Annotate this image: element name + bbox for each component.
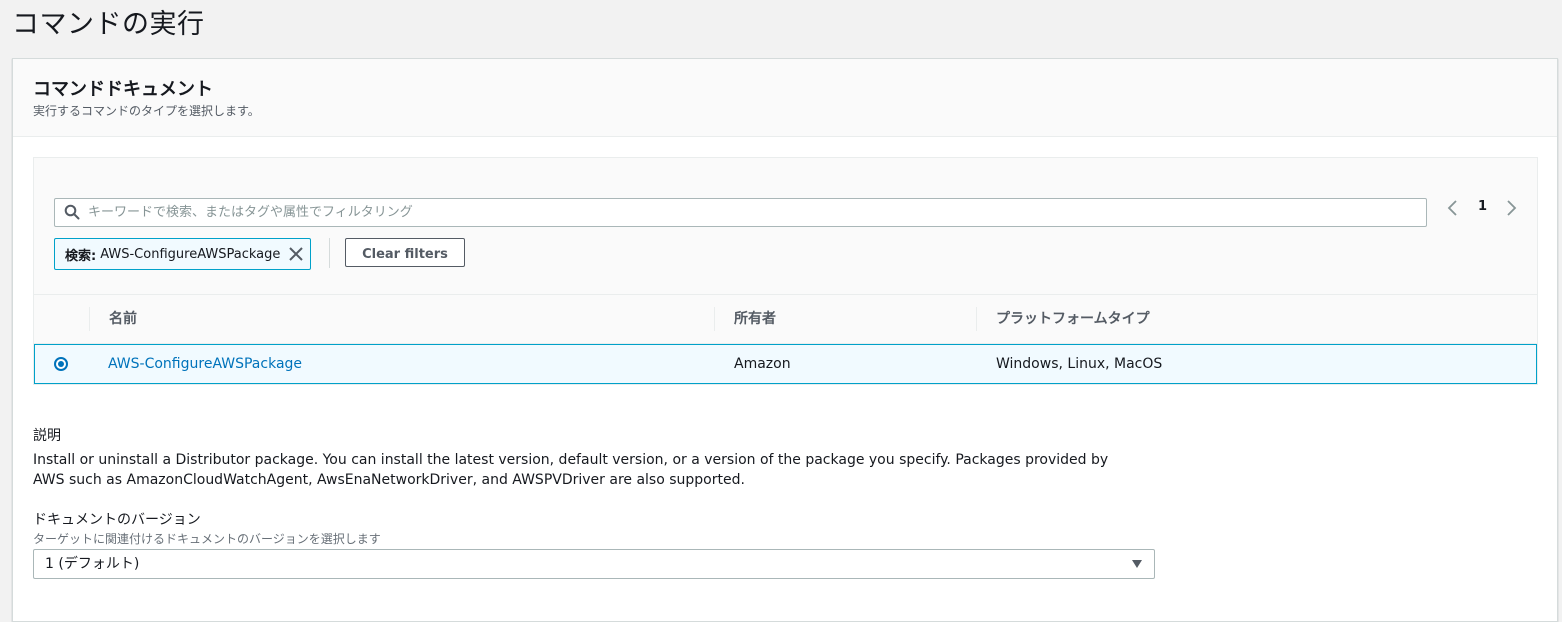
- document-version-label: ドキュメントのバージョン: [33, 512, 201, 528]
- column-separator: [976, 307, 977, 331]
- document-platform: Windows, Linux, MacOS: [996, 356, 1163, 372]
- panel-header: コマンドドキュメント 実行するコマンドのタイプを選択します。: [13, 59, 1557, 137]
- table-row[interactable]: AWS-ConfigureAWSPackage Amazon Windows, …: [34, 344, 1537, 384]
- page-number[interactable]: 1: [1478, 199, 1487, 214]
- page-title: コマンドの実行: [12, 9, 205, 40]
- column-header-owner[interactable]: 所有者: [734, 295, 776, 343]
- column-separator: [89, 307, 90, 331]
- document-name-link[interactable]: AWS-ConfigureAWSPackage: [108, 345, 302, 383]
- column-header-name[interactable]: 名前: [109, 295, 137, 343]
- filter-token-key: 検索:: [65, 248, 97, 264]
- pagination: 1: [1442, 198, 1522, 218]
- table-tools: 1 検索: AWS-ConfigureAWSPackage Clear filt…: [34, 158, 1537, 295]
- document-version-select[interactable]: 1 (デフォルト): [33, 549, 1155, 579]
- search-box[interactable]: [54, 198, 1427, 227]
- chevron-left-icon[interactable]: [1444, 198, 1462, 218]
- documents-table: 1 検索: AWS-ConfigureAWSPackage Clear filt…: [33, 157, 1538, 385]
- token-divider: [329, 238, 330, 268]
- table-header: 名前 所有者 プラットフォームタイプ: [34, 295, 1537, 344]
- filter-token-value: AWS-ConfigureAWSPackage: [100, 246, 281, 262]
- filter-token: 検索: AWS-ConfigureAWSPackage: [54, 238, 312, 270]
- column-separator: [714, 307, 715, 331]
- radio-selected-icon[interactable]: [54, 357, 68, 371]
- command-document-panel: コマンドドキュメント 実行するコマンドのタイプを選択します。 1: [12, 58, 1558, 622]
- description-text: Install or uninstall a Distributor packa…: [33, 452, 1109, 488]
- close-icon[interactable]: [288, 246, 304, 262]
- caret-down-icon: [1132, 560, 1142, 568]
- panel-subtitle: 実行するコマンドのタイプを選択します。: [33, 104, 260, 118]
- clear-filters-button[interactable]: Clear filters: [345, 238, 465, 267]
- column-header-platform[interactable]: プラットフォームタイプ: [996, 295, 1150, 343]
- description-label: 説明: [33, 428, 61, 444]
- panel-title: コマンドドキュメント: [33, 79, 213, 100]
- document-owner: Amazon: [734, 356, 791, 372]
- search-input[interactable]: [88, 199, 1408, 226]
- chevron-right-icon[interactable]: [1502, 198, 1520, 218]
- search-icon: [64, 204, 80, 220]
- document-version-hint: ターゲットに関連付けるドキュメントのバージョンを選択します: [33, 532, 381, 546]
- document-version-value: 1 (デフォルト): [45, 556, 140, 572]
